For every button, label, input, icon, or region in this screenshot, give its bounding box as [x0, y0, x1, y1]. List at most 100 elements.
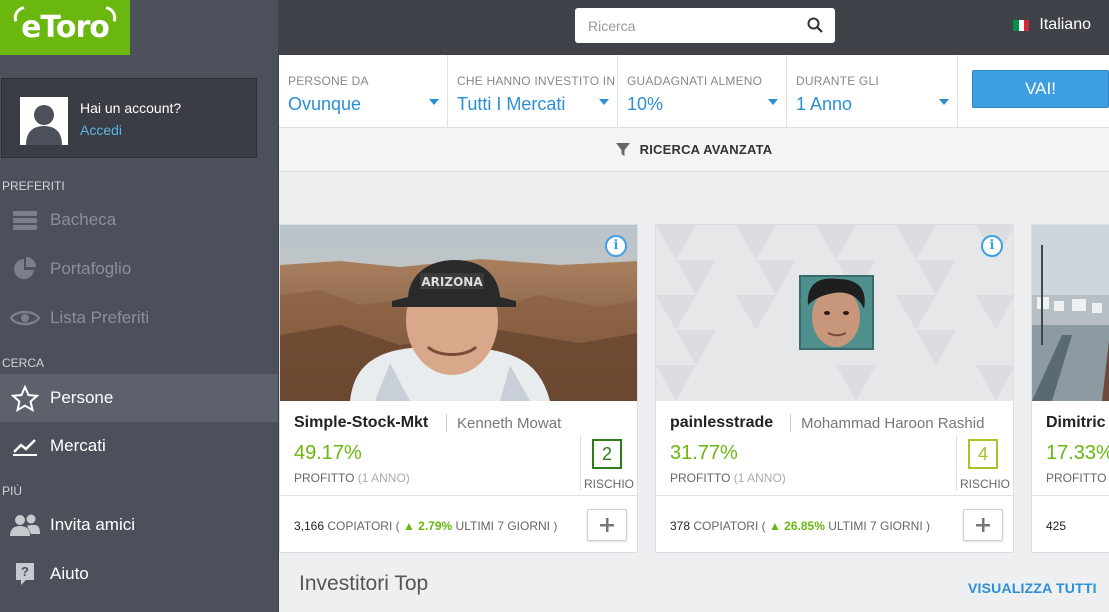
filter-funnel-icon: [615, 142, 630, 156]
account-question: Hai un account?: [80, 100, 182, 116]
sidebar-item-label: Lista Preferiti: [50, 308, 150, 327]
filter-bar: PERSONE DA Ovunque CHE HANNO INVESTITO I…: [279, 55, 1109, 128]
info-icon[interactable]: i: [605, 235, 627, 257]
pie-chart-icon: [0, 256, 50, 282]
risk-score-badge: 4: [968, 439, 998, 469]
login-link[interactable]: Accedi: [80, 122, 122, 138]
trend-chart-icon: [0, 435, 50, 457]
users-icon: [0, 513, 50, 537]
investor-card[interactable]: Dimitric 17.33% PROFITTO 425: [1031, 224, 1109, 553]
gain-label: PROFITTO: [1046, 471, 1107, 485]
sidebar-item-label: Mercati: [50, 436, 106, 455]
sidebar-item-label: Persone: [50, 388, 114, 407]
card-divider: [280, 495, 637, 496]
add-copy-button[interactable]: [963, 509, 1003, 541]
sidebar: eToro Hai un account? Accedi PREFERITI B…: [0, 0, 279, 612]
investor-username[interactable]: Dimitric: [1046, 414, 1106, 432]
sidebar-item-label: Invita amici: [50, 515, 136, 534]
investor-gain: 31.77%: [670, 442, 738, 464]
filter-label: PERSONE DA: [288, 74, 369, 88]
name-separator: [446, 414, 447, 432]
chevron-down-icon: [768, 99, 778, 105]
filter-value: 10%: [627, 94, 664, 114]
filter-label: GUADAGNATI ALMENO: [627, 74, 763, 88]
sidebar-item-lista-preferiti[interactable]: Lista Preferiti: [0, 294, 278, 342]
section-label-cerca: CERCA: [2, 356, 45, 370]
dashboard-icon: [0, 209, 50, 231]
search-input[interactable]: Ricerca: [575, 8, 835, 43]
sidebar-item-persone[interactable]: Persone: [0, 374, 278, 422]
investor-card[interactable]: ARIZONA i Simple-Stock-Mkt Kenneth Mowat…: [279, 224, 638, 553]
eye-icon: [0, 308, 50, 328]
info-icon[interactable]: i: [981, 235, 1003, 257]
investor-full-name: Kenneth Mowat: [457, 415, 562, 432]
add-copy-button[interactable]: [587, 509, 627, 541]
filter-label: DURANTE GLI: [796, 74, 879, 88]
filter-value: Ovunque: [288, 94, 362, 114]
account-box: Hai un account? Accedi: [1, 78, 257, 158]
card-divider: [1032, 495, 1109, 496]
investor-gain: 17.33%: [1046, 442, 1109, 464]
chevron-down-icon: [939, 99, 949, 105]
filter-label: CHE HANNO INVESTITO IN: [457, 74, 616, 88]
help-icon: ?: [0, 561, 50, 587]
risk-label: RISCHIO: [584, 477, 635, 491]
investor-cover-photo: ARIZONA: [280, 225, 637, 401]
risk-score-badge: 2: [592, 439, 622, 469]
go-button[interactable]: VAI!: [972, 70, 1109, 108]
sidebar-item-mercati[interactable]: Mercati: [0, 422, 278, 470]
language-selector[interactable]: Italiano: [1013, 16, 1091, 34]
section-title: Investitori Top: [299, 572, 429, 595]
investor-gain: 49.17%: [294, 442, 362, 464]
avatar-placeholder-icon: [20, 97, 68, 145]
investor-username[interactable]: Simple-Stock-Mkt: [294, 414, 428, 432]
chevron-down-icon: [599, 99, 609, 105]
risk-divider: [580, 435, 581, 491]
sidebar-item-aiuto[interactable]: ? Aiuto: [0, 550, 278, 598]
investor-full-name: Mohammad Haroon Rashid: [801, 415, 985, 432]
see-all-link[interactable]: VISUALIZZA TUTTI: [968, 580, 1097, 596]
filter-guadagnati-almeno[interactable]: GUADAGNATI ALMENO 10%: [618, 55, 787, 128]
search-placeholder: Ricerca: [588, 18, 636, 34]
top-bar: Ricerca Italiano: [279, 0, 1109, 55]
filter-investito-in[interactable]: CHE HANNO INVESTITO IN Tutti I Mercati: [448, 55, 618, 128]
gain-label: PROFITTO (1 ANNO): [294, 471, 410, 485]
risk-divider: [956, 435, 957, 491]
copiers-info: 3,166 COPIATORI ( ▲ 2.79% ULTIMI 7 GIORN…: [294, 519, 558, 533]
etoro-logo[interactable]: eToro: [0, 0, 130, 55]
risk-label: RISCHIO: [960, 477, 1011, 491]
sidebar-item-label: Bacheca: [50, 210, 117, 229]
search-icon[interactable]: [807, 17, 823, 33]
advanced-search-toggle[interactable]: RICERCA AVANZATA: [279, 128, 1109, 172]
plus-icon: [600, 518, 614, 532]
name-separator: [790, 414, 791, 432]
filter-persone-da[interactable]: PERSONE DA Ovunque: [279, 55, 448, 128]
gain-label: PROFITTO (1 ANNO): [670, 471, 786, 485]
star-icon: [0, 384, 50, 412]
section-label-piu: PIÙ: [2, 484, 23, 498]
investor-card[interactable]: i painlesstrade Mohammad Haroon Rashid 3…: [655, 224, 1014, 553]
investor-cover-photo: [1032, 225, 1109, 401]
filter-durante-gli[interactable]: DURANTE GLI 1 Anno: [787, 55, 958, 128]
language-label: Italiano: [1039, 16, 1091, 33]
sidebar-item-portafoglio[interactable]: Portafoglio: [0, 245, 278, 293]
plus-icon: [976, 518, 990, 532]
sidebar-item-label: Aiuto: [50, 564, 89, 583]
copiers-info: 378 COPIATORI ( ▲ 26.85% ULTIMI 7 GIORNI…: [670, 519, 931, 533]
copiers-info: 425: [1046, 519, 1067, 533]
filter-value: Tutti I Mercati: [457, 94, 566, 114]
card-divider: [656, 495, 1013, 496]
sidebar-item-label: Portafoglio: [50, 259, 132, 278]
sidebar-item-bacheca[interactable]: Bacheca: [0, 196, 278, 244]
cap-print-icon: ARIZONA: [421, 275, 483, 289]
filter-value: 1 Anno: [796, 94, 853, 114]
advanced-search-label: RICERCA AVANZATA: [639, 142, 773, 157]
italy-flag-icon: [1013, 19, 1030, 31]
investor-username[interactable]: painlesstrade: [670, 414, 773, 432]
chevron-down-icon: [429, 99, 439, 105]
sidebar-item-invita-amici[interactable]: Invita amici: [0, 501, 278, 549]
logo-text: eToro: [21, 10, 110, 45]
svg-text:?: ?: [21, 564, 29, 579]
investor-cover-pattern: [656, 225, 1013, 401]
section-label-preferiti: PREFERITI: [2, 179, 65, 193]
